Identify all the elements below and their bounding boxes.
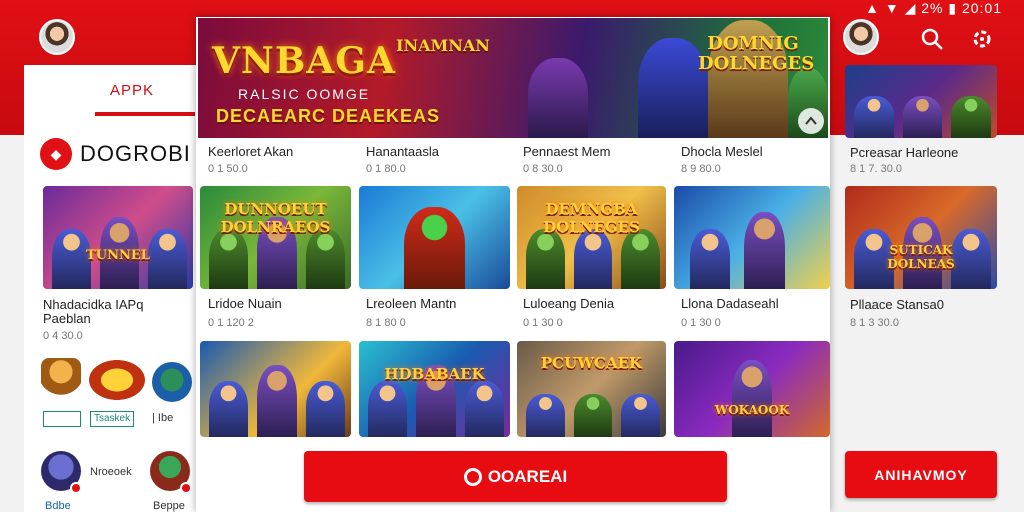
banner-game-logo: DOMNIG DOLNEGES [698, 33, 815, 74]
badge: Tsaskek [90, 411, 135, 427]
game-thumbnail[interactable]: WOKAOOK [674, 341, 830, 437]
card-meta: 0 4 30.0 [43, 330, 83, 342]
notification-dot [70, 482, 82, 494]
card-title: Llona Dadaseahl [681, 296, 779, 311]
game-logo: PCUWCAEK [540, 354, 643, 373]
card-title: Dhocla Meslel [681, 144, 763, 159]
tab-apk[interactable]: APPK [110, 82, 154, 99]
card-meta: 8 1 3 30.0 [850, 317, 899, 329]
card-title: Pllaace Stansa0 [850, 297, 944, 312]
search-icon[interactable] [920, 27, 944, 55]
list-item-label: Beppe [153, 500, 185, 512]
card-meta: 8 1 80 0 [366, 317, 406, 329]
card-title: Lreoleen Mantn [366, 296, 457, 311]
card-title: Nhadacidka IAPq [43, 297, 144, 312]
game-thumbnail[interactable] [200, 341, 351, 437]
banner-logo: VNBAGA [212, 40, 396, 82]
badge [43, 411, 81, 427]
list-item-label: Nroeoek [90, 466, 132, 478]
game-thumbnail[interactable]: HDBABAEK [359, 341, 510, 437]
brand-name: DOGROBI [80, 141, 191, 166]
card-title: Hanantaasla [366, 144, 439, 159]
game-icon[interactable] [152, 362, 192, 402]
card-meta: 0 8 30.0 [523, 163, 563, 175]
game-thumbnail[interactable]: SUTICAK DOLNEAS [845, 186, 997, 289]
card-meta: 0 1 120 2 [208, 317, 254, 329]
banner-subtitle: RALSIC OOMGE [238, 86, 371, 102]
tab-indicator [95, 112, 195, 116]
card-meta: 0 1 30 0 [681, 317, 721, 329]
card-title: Lridoe Nuain [208, 296, 282, 311]
card-subtitle: Paeblan [43, 311, 91, 326]
card-meta: 8 9 80.0 [681, 163, 721, 175]
game-thumbnail[interactable]: PCUWCAEK [517, 341, 666, 437]
avatar[interactable] [843, 19, 879, 55]
card-title: Pennaest Mem [523, 144, 611, 159]
game-thumbnail[interactable] [674, 186, 830, 289]
banner-tagline: DECAEARC DEAEKEAS [216, 106, 441, 126]
install-button[interactable]: ANIHAVMOY [845, 451, 997, 498]
card-title: Keerloret Akan [208, 144, 294, 159]
card-title: Pcreasar Harleone [850, 145, 959, 160]
card-meta: 0 1 80.0 [366, 163, 406, 175]
banner-play-icon[interactable] [798, 108, 824, 134]
brand: ◆ DOGROBI [40, 138, 191, 170]
list-item-label: Bdbe [45, 500, 71, 512]
game-logo: SUTICAK DOLNEAS [887, 242, 955, 271]
download-button[interactable]: OOAREAI [304, 451, 727, 502]
badge-text: | Ibe [152, 412, 174, 424]
download-icon [463, 467, 482, 486]
brand-logo-icon: ◆ [40, 138, 72, 170]
game-logo: DEMNGBA DOLNEGES [543, 200, 640, 237]
game-thumbnail[interactable]: TUNNEL [43, 186, 193, 289]
game-logo: DUNNOEUT DOLNRAEOS [220, 200, 331, 237]
game-thumbnail[interactable]: DUNNOEUT DOLNRAEOS [200, 186, 351, 289]
game-logo: WOKAOOK [714, 403, 790, 418]
card-meta: 0 1 30 0 [523, 317, 563, 329]
card-meta: 0 1 50.0 [208, 163, 248, 175]
game-icon[interactable] [89, 360, 145, 400]
game-icon[interactable] [41, 358, 81, 404]
game-thumbnail[interactable] [845, 65, 997, 138]
avatar[interactable] [39, 19, 75, 55]
card-meta: 8 1 7. 30.0 [850, 163, 902, 175]
download-button-label: OOAREAI [487, 466, 568, 486]
game-thumbnail[interactable] [359, 186, 510, 289]
card-title: Luloeang Denia [523, 296, 615, 311]
banner-logo-secondary: INAMNAN [396, 36, 490, 55]
game-logo: HDBABAEK [384, 365, 485, 383]
status-bar: ▲ ▼ ◢ 2% ▮ 20:01 [865, 0, 1002, 16]
notification-dot [180, 482, 192, 494]
game-thumbnail[interactable]: DEMNGBA DOLNEGES [517, 186, 666, 289]
gear-icon[interactable] [970, 27, 994, 55]
banner[interactable]: VNBAGA INAMNAN RALSIC OOMGE DECAEARC DEA… [198, 18, 828, 138]
